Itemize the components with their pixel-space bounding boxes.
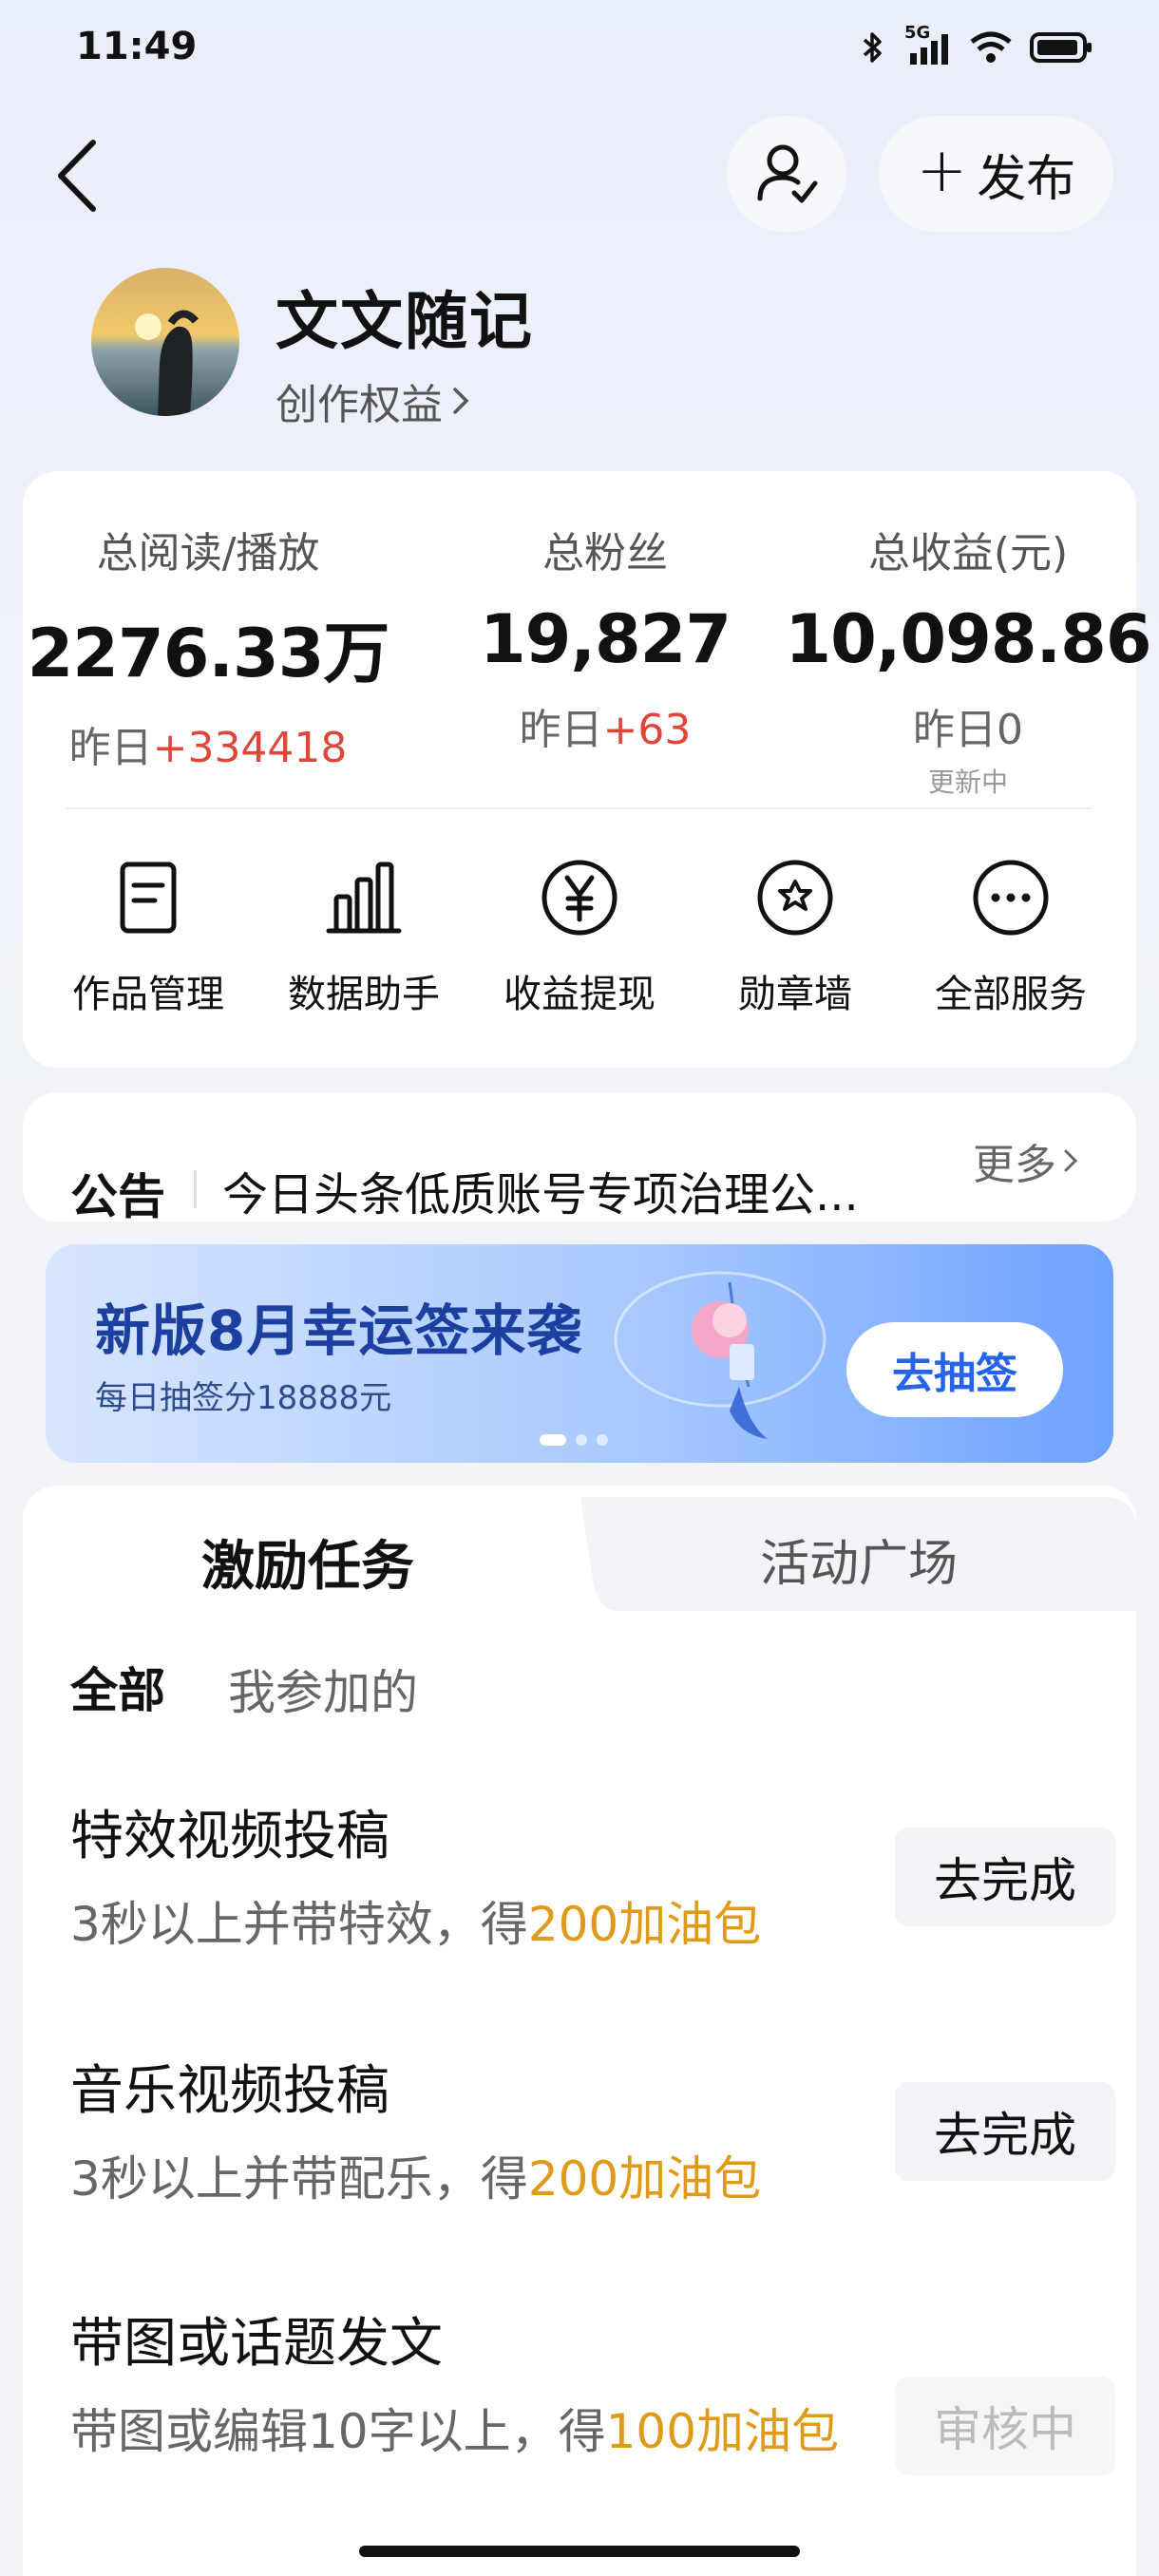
stat-value: 10,098.86 — [785, 600, 1151, 678]
draw-button[interactable]: 去抽签 — [846, 1322, 1063, 1417]
notice-text[interactable]: 今日头条低质账号专项治理公... — [222, 1157, 859, 1222]
battery-icon — [1030, 32, 1092, 63]
notice-more-link[interactable]: 更多 — [973, 1130, 1079, 1191]
service-withdraw-earnings[interactable]: 收益提现 — [484, 855, 674, 1018]
bluetooth-icon — [863, 32, 882, 63]
back-button[interactable] — [49, 133, 106, 218]
notice-title: 公告 — [70, 1169, 165, 1222]
task-description: 带图或编辑10字以上，得100加油包 — [70, 2404, 840, 2459]
account-check-button[interactable] — [727, 116, 846, 232]
task-description: 3秒以上并带配乐，得200加油包 — [70, 2151, 762, 2207]
status-icons: 5G — [859, 23, 1092, 66]
stat-value: 19,827 — [479, 600, 732, 678]
task-title: 带图或话题发文 — [70, 2313, 443, 2375]
service-label: 勋章墙 — [738, 973, 852, 1016]
chevron-right-icon — [453, 388, 469, 414]
charm-illustration — [614, 1271, 826, 1439]
task-complete-button[interactable]: 去完成 — [895, 2082, 1115, 2181]
task-pending-button[interactable]: 审核中 — [895, 2377, 1115, 2475]
filter-joined[interactable]: 我参加的 — [228, 1655, 418, 1723]
stat-total-earnings[interactable]: 总收益(元) 10,098.86 昨日0 更新中 — [783, 471, 1153, 800]
task-item: 特效视频投稿 3秒以上并带特效，得200加油包 去完成 — [70, 1793, 1115, 1960]
task-complete-button[interactable]: 去完成 — [895, 1828, 1115, 1926]
divider — [66, 807, 1092, 809]
medal-icon — [757, 860, 833, 936]
banner-title: 新版8月幸运签来袭 — [95, 1298, 583, 1363]
task-item: 音乐视频投稿 3秒以上并带配乐，得200加油包 去完成 — [70, 2048, 1115, 2215]
task-item: 带图或话题发文 带图或编辑10字以上，得100加油包 审核中 — [70, 2301, 1115, 2475]
more-icon — [973, 860, 1049, 936]
creator-rights-label: 创作权益 — [276, 381, 443, 429]
chevron-left-icon — [58, 140, 96, 212]
stat-value: 2276.33万 — [27, 615, 390, 692]
service-label: 收益提现 — [504, 973, 656, 1016]
task-description: 3秒以上并带特效，得200加油包 — [70, 1897, 762, 1952]
service-all-services[interactable]: 全部服务 — [916, 855, 1106, 1018]
document-icon — [120, 862, 177, 934]
creator-rights-link[interactable]: 创作权益 — [276, 370, 471, 431]
service-medal-wall[interactable]: 勋章墙 — [700, 855, 890, 1018]
banner-subtitle: 每日抽签分18888元 — [95, 1379, 392, 1417]
home-indicator[interactable] — [359, 2546, 800, 2557]
carousel-dots — [540, 1434, 608, 1446]
publish-label: 发布 — [977, 150, 1076, 208]
stat-delta: 昨日0 — [913, 706, 1023, 754]
profile-name: 文文随记 — [276, 285, 534, 358]
stat-label: 总粉丝 — [542, 529, 668, 578]
stat-updating-label: 更新中 — [927, 767, 1008, 798]
stat-delta: 昨日+334418 — [68, 724, 348, 772]
notice-card[interactable]: 公告 今日头条低质账号专项治理公... 更多 — [23, 1092, 1136, 1222]
wifi-icon — [970, 31, 1012, 63]
lucky-draw-banner[interactable]: 新版8月幸运签来袭 每日抽签分18888元 去抽签 — [46, 1244, 1113, 1463]
yen-icon — [542, 860, 618, 936]
service-label: 数据助手 — [288, 973, 440, 1016]
service-works-management[interactable]: 作品管理 — [53, 855, 243, 1018]
filter-all[interactable]: 全部 — [70, 1653, 165, 1721]
service-label: 作品管理 — [72, 973, 224, 1016]
tab-activity-square[interactable]: 活动广场 — [581, 1497, 1136, 1595]
service-label: 全部服务 — [935, 973, 1087, 1016]
divider — [194, 1170, 197, 1208]
stat-total-fans[interactable]: 总粉丝 19,827 昨日+63 — [420, 471, 790, 756]
stat-delta: 昨日+63 — [519, 706, 692, 754]
service-data-assistant[interactable]: 数据助手 — [269, 855, 459, 1018]
bar-chart-icon — [326, 862, 402, 934]
status-time: 11:49 — [76, 25, 198, 68]
network-label: 5G — [904, 23, 931, 43]
plus-icon: + — [916, 136, 968, 206]
stat-label: 总收益(元) — [867, 529, 1069, 578]
tab-incentive-tasks[interactable]: 激励任务 — [23, 1486, 593, 1611]
carousel-dot[interactable] — [576, 1434, 587, 1446]
user-check-icon — [757, 144, 818, 203]
more-label: 更多 — [973, 1141, 1056, 1189]
avatar[interactable] — [91, 268, 239, 416]
stat-total-reads[interactable]: 总阅读/播放 2276.33万 昨日+334418 — [23, 471, 393, 774]
chevron-right-icon — [1064, 1149, 1078, 1172]
publish-button[interactable]: + 发布 — [879, 116, 1113, 232]
signal-icon: 5G — [904, 23, 952, 66]
carousel-dot[interactable] — [540, 1434, 566, 1446]
stat-label: 总阅读/播放 — [96, 529, 320, 578]
carousel-dot[interactable] — [597, 1434, 608, 1446]
